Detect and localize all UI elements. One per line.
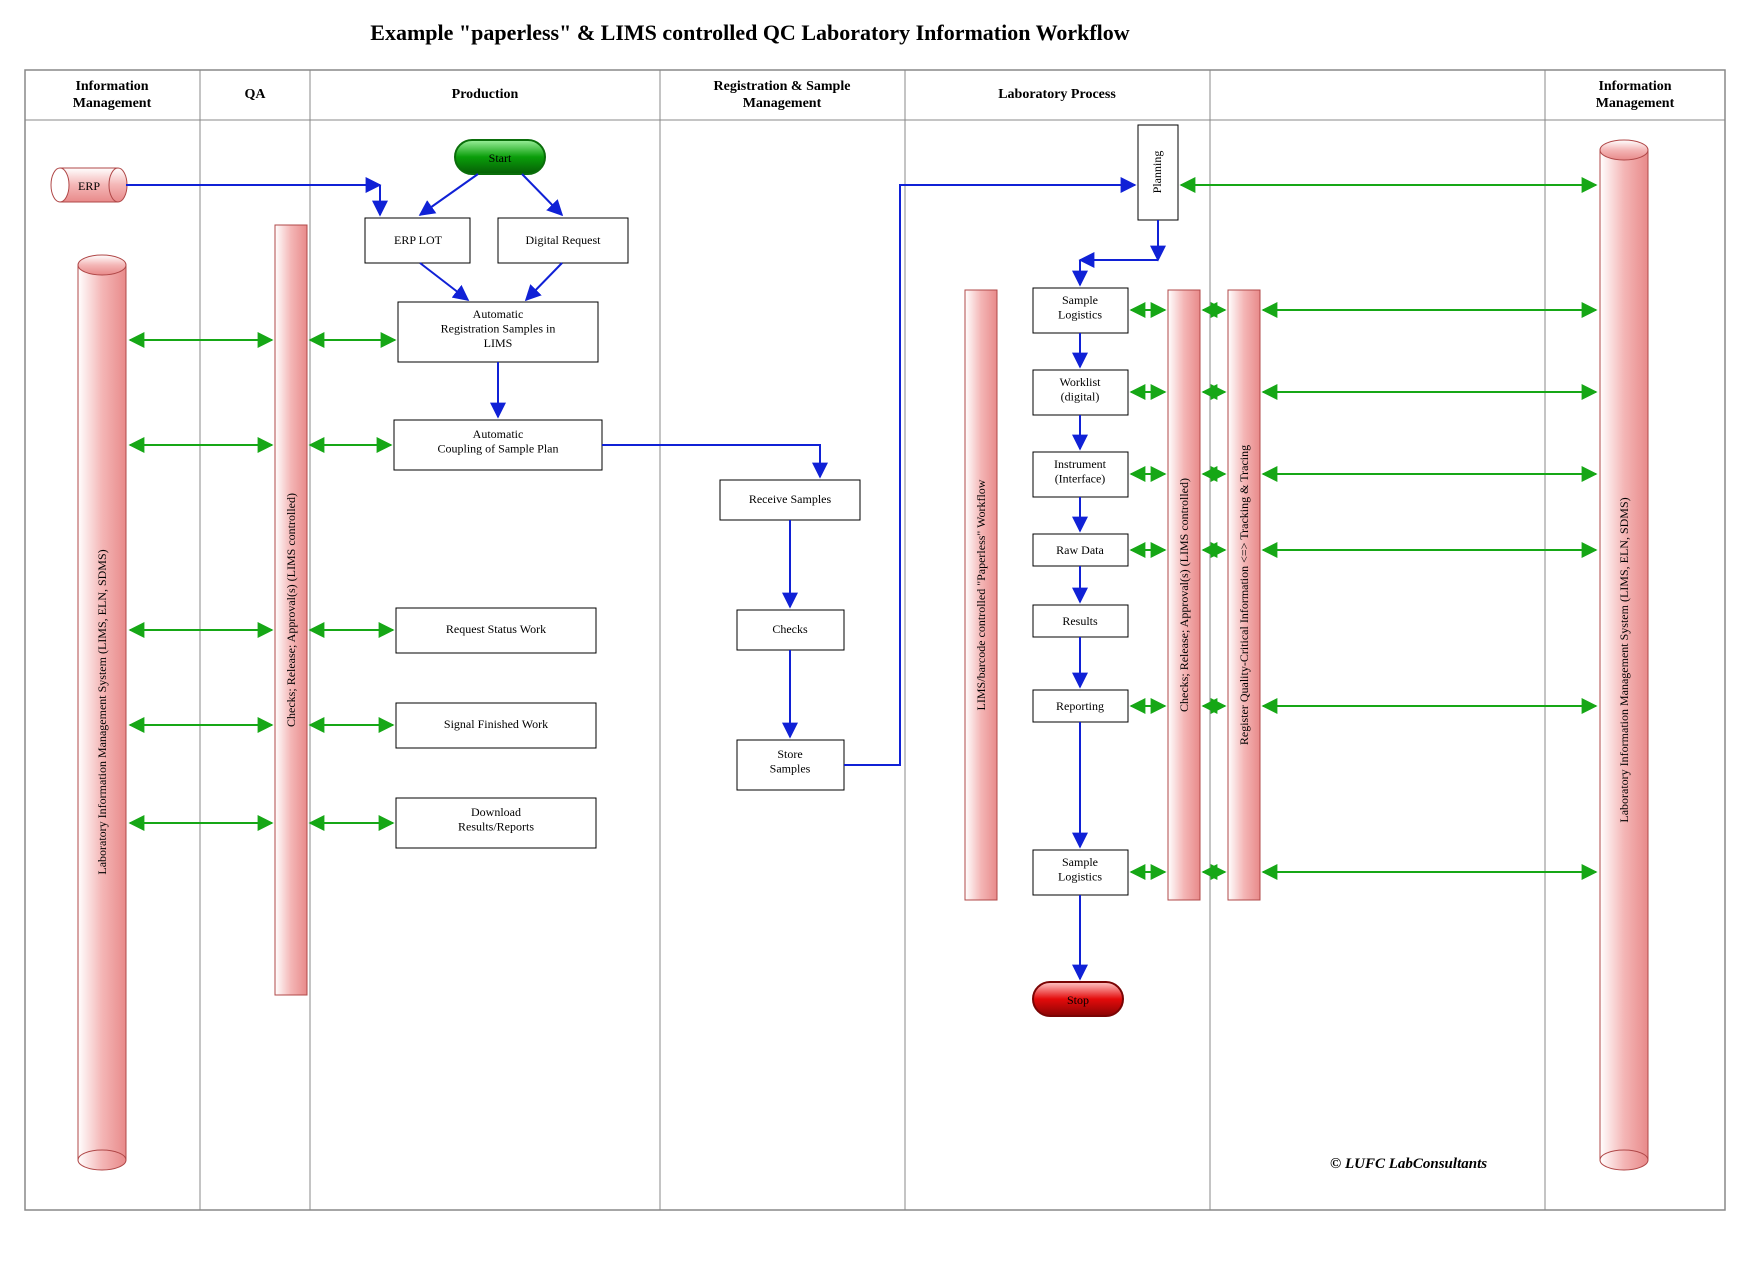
lims-left-cylinder: Laboratory Information Management System…	[78, 255, 126, 1170]
raw-data-label: Raw Data	[1056, 543, 1104, 557]
workflow-diagram: Example "paperless" & LIMS controlled QC…	[0, 0, 1754, 1267]
register-qci-bar: Register Quality-Critical Information <=…	[1228, 290, 1260, 900]
lane-qa: QA	[245, 87, 267, 102]
worklist-label: Worklist(digital)	[1059, 375, 1101, 403]
lane-reg-sample: Registration & SampleManagement	[714, 79, 851, 111]
checks2-bar: Checks; Release; Approval(s) (LIMS contr…	[1168, 290, 1200, 900]
paperless-label: LIMS/barcode controlled "Paperless" Work…	[974, 479, 988, 710]
stop-label: Stop	[1067, 993, 1089, 1007]
diagram-title: Example "paperless" & LIMS controlled QC…	[370, 20, 1129, 45]
start-node: Start	[455, 140, 545, 174]
signal-finished-label: Signal Finished Work	[444, 717, 548, 731]
erp-label: ERP	[78, 179, 100, 193]
lane-info-left: InformationManagement	[73, 79, 152, 111]
planning-label: Planning	[1150, 151, 1164, 194]
lane-info-right: InformationManagement	[1596, 79, 1675, 111]
sample-logistics2-label: SampleLogistics	[1058, 855, 1102, 883]
erp-node: ERP	[51, 168, 127, 202]
qa-checks-label: Checks; Release; Approval(s) (LIMS contr…	[284, 493, 298, 727]
register-qci-label: Register Quality-Critical Information <=…	[1237, 445, 1251, 745]
green-arrows	[130, 185, 1596, 872]
lane-lab-process: Laboratory Process	[998, 87, 1116, 102]
reporting-label: Reporting	[1056, 699, 1104, 713]
start-label: Start	[489, 151, 512, 165]
erp-lot-label: ERP LOT	[394, 233, 443, 247]
checks-label: Checks	[772, 622, 808, 636]
lims-left-label: Laboratory Information Management System…	[95, 549, 109, 874]
qa-checks-bar: Checks; Release; Approval(s) (LIMS contr…	[275, 225, 307, 995]
sample-logistics1-label: SampleLogistics	[1058, 293, 1102, 321]
digital-request-label: Digital Request	[526, 233, 602, 247]
lims-right-label: Laboratory Information Management System…	[1617, 497, 1631, 822]
lims-right-cylinder: Laboratory Information Management System…	[1600, 140, 1648, 1170]
receive-samples-label: Receive Samples	[749, 492, 832, 506]
paperless-bar: LIMS/barcode controlled "Paperless" Work…	[965, 290, 997, 900]
lane-production: Production	[452, 87, 519, 102]
request-status-label: Request Status Work	[446, 622, 546, 636]
stop-node: Stop	[1033, 982, 1123, 1016]
results-label: Results	[1062, 614, 1098, 628]
instrument-label: Instrument(Interface)	[1054, 457, 1107, 485]
copyright: © LUFC LabConsultants	[1330, 1156, 1487, 1172]
checks2-label: Checks; Release; Approval(s) (LIMS contr…	[1177, 478, 1191, 712]
